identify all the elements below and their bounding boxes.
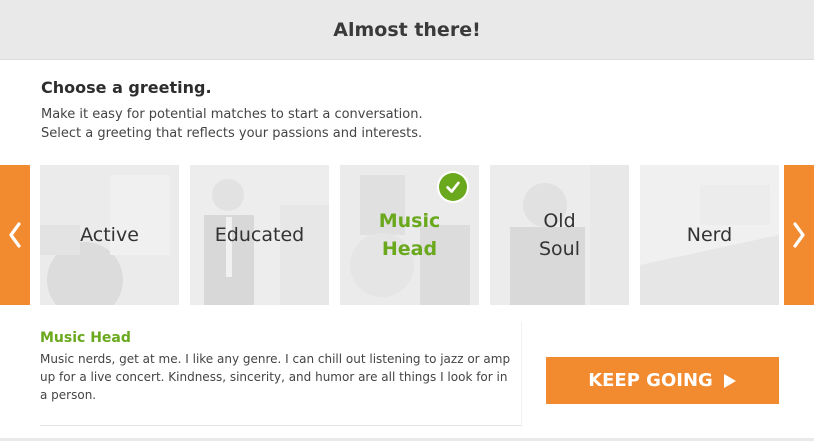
page-title: Almost there!	[333, 18, 481, 41]
greeting-card-active[interactable]: Active	[40, 165, 179, 305]
chevron-left-icon	[9, 222, 21, 248]
greeting-card-nerd[interactable]: Nerd	[640, 165, 779, 305]
greeting-description-text: Music nerds, get at me. I like any genre…	[40, 352, 511, 402]
selected-check-icon	[437, 171, 469, 203]
carousel-prev-button[interactable]	[0, 165, 30, 305]
greeting-card-label: Active	[80, 224, 139, 246]
carousel-next-button[interactable]	[784, 165, 814, 305]
intro-line-1: Make it easy for potential matches to st…	[41, 107, 423, 122]
greeting-card-old-soul[interactable]: Old Soul	[490, 165, 629, 305]
intro-section: Choose a greeting. Make it easy for pote…	[41, 78, 741, 143]
greeting-card-educated[interactable]: Educated	[190, 165, 329, 305]
greeting-card-label: Old Soul	[538, 210, 580, 260]
keep-going-label: KEEP GOING	[588, 370, 713, 391]
greeting-description-title: Music Head	[40, 330, 131, 346]
intro-line-2: Select a greeting that reflects your pas…	[41, 126, 423, 141]
page-header: Almost there!	[0, 0, 814, 60]
keep-going-button[interactable]: KEEP GOING	[546, 357, 779, 404]
play-arrow-icon	[723, 373, 736, 388]
chevron-right-icon	[793, 222, 805, 248]
greeting-card-label: Nerd	[686, 224, 733, 246]
greeting-card-music-head[interactable]: Music Head	[340, 165, 479, 305]
intro-title: Choose a greeting.	[41, 78, 212, 97]
greeting-card-label: Educated	[214, 224, 305, 246]
greeting-description: Music Head Music nerds, get at me. I lik…	[40, 322, 522, 426]
